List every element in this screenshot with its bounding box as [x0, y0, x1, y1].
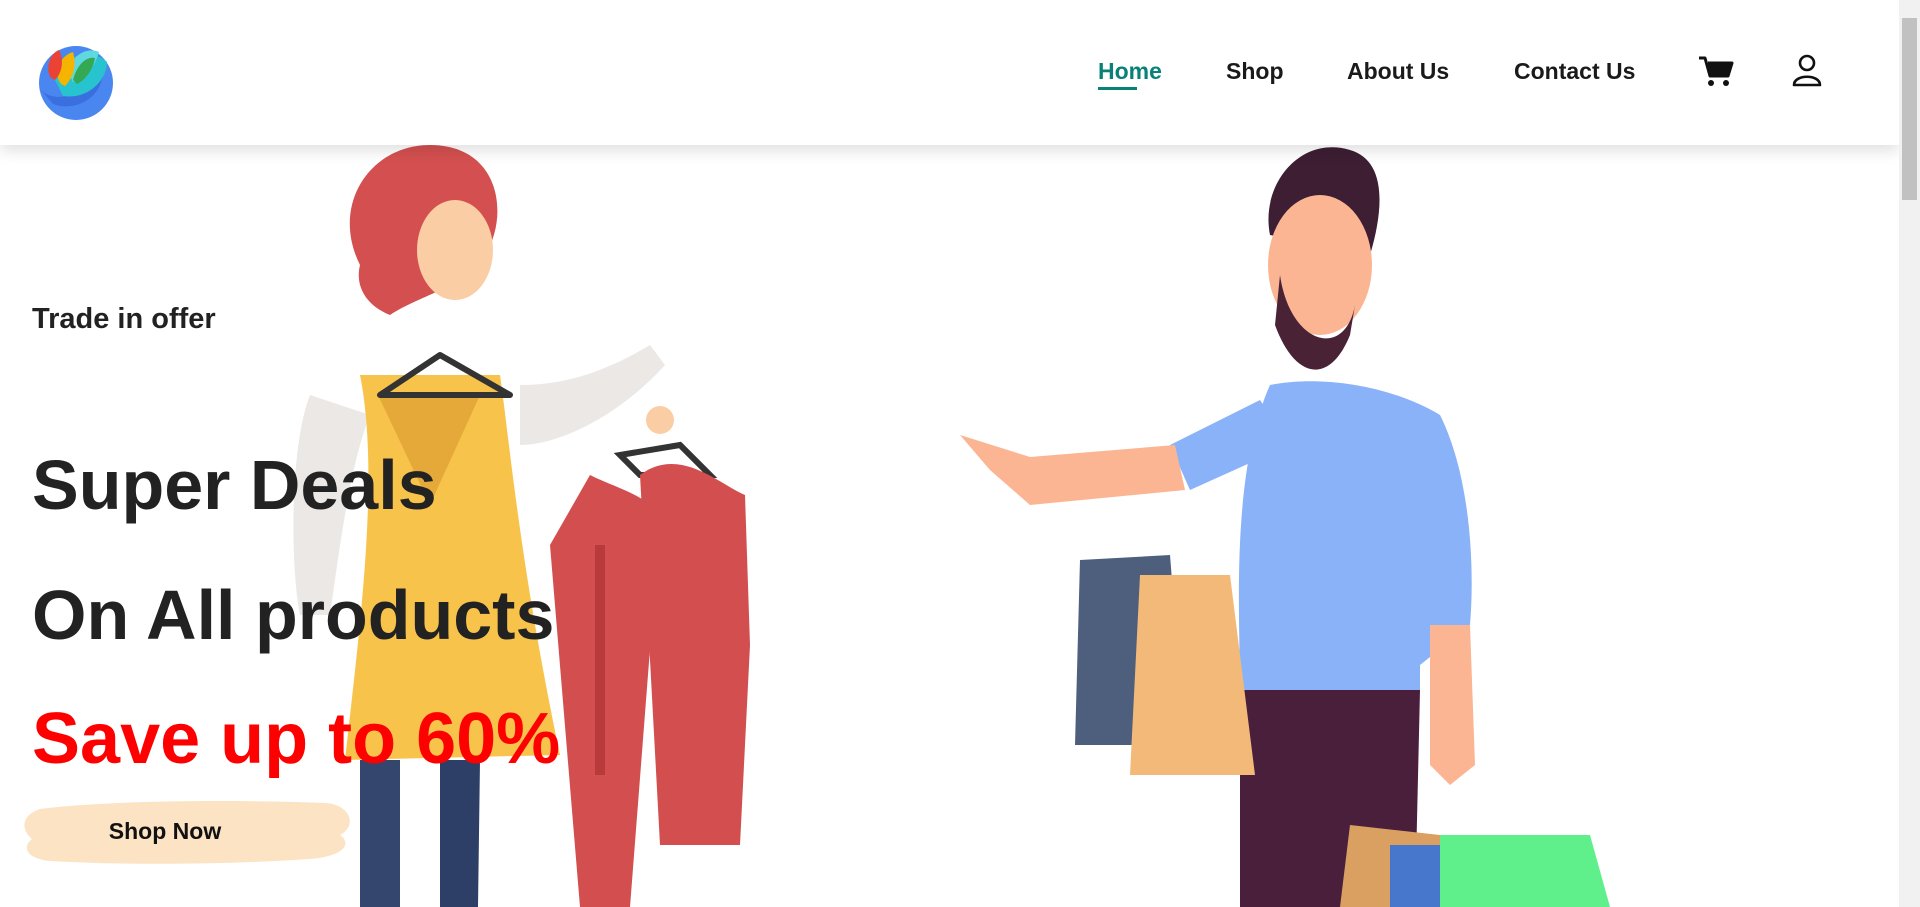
hero-section: Trade in offer Super Deals On All produc… — [0, 145, 1899, 907]
nav-link-about-us[interactable]: About Us — [1347, 56, 1449, 86]
active-nav-indicator — [1098, 87, 1137, 90]
navbar: Home Shop About Us Contact Us — [0, 0, 1899, 145]
scrollbar-thumb[interactable] — [1902, 18, 1917, 200]
main-nav: Home Shop About Us Contact Us — [0, 56, 1899, 86]
hero-illustration — [293, 145, 1610, 907]
hero-eyebrow: Trade in offer — [32, 303, 216, 335]
page-scrollbar[interactable] — [1899, 0, 1920, 907]
nav-link-home[interactable]: Home — [1098, 56, 1162, 86]
hero-discount-text: Save up to 60% — [32, 699, 561, 779]
shop-now-button[interactable]: Shop Now — [20, 795, 360, 867]
shop-now-label: Shop Now — [108, 818, 222, 844]
woman-figure — [293, 145, 750, 907]
nav-link-shop[interactable]: Shop — [1226, 56, 1284, 86]
user-icon[interactable] — [1788, 52, 1826, 90]
hero-headline-1: Super Deals — [32, 446, 437, 524]
man-figure — [960, 147, 1610, 907]
cart-icon[interactable] — [1697, 52, 1735, 90]
hero-headline-2: On All products — [32, 576, 555, 654]
nav-link-contact-us[interactable]: Contact Us — [1514, 56, 1635, 86]
